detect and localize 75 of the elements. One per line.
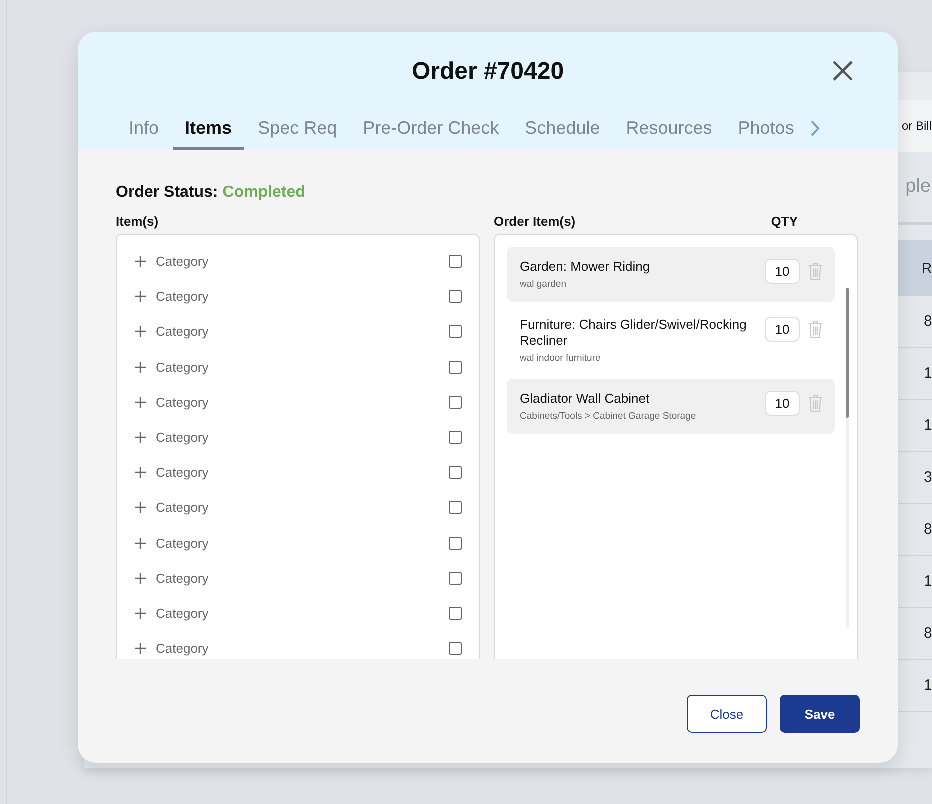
save-button[interactable]: Save bbox=[780, 695, 860, 733]
checkbox[interactable] bbox=[449, 431, 462, 444]
category-label[interactable]: Category bbox=[156, 289, 449, 304]
plus-icon[interactable] bbox=[135, 326, 146, 338]
category-label[interactable]: Category bbox=[156, 430, 449, 446]
order-status: Order Status: Completed bbox=[116, 184, 306, 202]
checkbox[interactable] bbox=[449, 572, 462, 585]
plus-icon[interactable] bbox=[135, 502, 146, 514]
plus-icon[interactable] bbox=[135, 291, 146, 302]
checkbox[interactable] bbox=[449, 290, 462, 304]
item-name: Furniture: Chairs Glider/Swivel/Rocking Recliner bbox=[520, 317, 748, 349]
plus-icon[interactable] bbox=[135, 432, 146, 444]
item-name: Garden: Mower Riding bbox=[520, 259, 652, 275]
checkbox[interactable] bbox=[449, 255, 462, 268]
qty-field[interactable]: 10 bbox=[765, 259, 800, 284]
tab[interactable]: Resources bbox=[614, 118, 724, 150]
header-text: or Bill bbox=[902, 119, 932, 133]
checkbox[interactable] bbox=[449, 606, 462, 620]
dialog-title: Order #70420 bbox=[412, 58, 564, 86]
category-label[interactable]: Category bbox=[156, 500, 449, 516]
column-header: R bbox=[922, 260, 930, 276]
close-icon[interactable] bbox=[832, 60, 854, 82]
tab[interactable]: Pre-Order Check bbox=[351, 118, 512, 150]
category-label[interactable]: Category bbox=[156, 606, 449, 621]
plus-icon[interactable] bbox=[135, 643, 146, 654]
checkbox[interactable] bbox=[449, 325, 462, 338]
checkbox[interactable] bbox=[449, 536, 462, 550]
tab[interactable]: Items bbox=[173, 118, 244, 150]
category-label[interactable]: Category bbox=[156, 254, 449, 270]
table-cell: 1 bbox=[924, 573, 932, 590]
order-item[interactable]: Garden: Mower Riding wal garden 10 bbox=[507, 247, 835, 302]
table-cell: 8 bbox=[924, 625, 932, 642]
category-label[interactable]: Category bbox=[156, 394, 449, 410]
tab[interactable]: Spec Req bbox=[246, 118, 350, 150]
column-label: QTY bbox=[771, 214, 798, 231]
order-item[interactable]: Furniture: Chairs Glider/Swivel/Rocking Recliner wal indoor furniture 10 bbox=[507, 305, 835, 376]
table-cell: 8 bbox=[924, 313, 932, 330]
close-button[interactable]: Close bbox=[687, 695, 767, 733]
table-cell: 1 bbox=[924, 365, 932, 382]
tab[interactable]: Info bbox=[117, 118, 172, 150]
category-label[interactable]: Category bbox=[156, 536, 449, 551]
scrollbar[interactable] bbox=[846, 288, 849, 628]
category-label[interactable]: Category bbox=[156, 324, 449, 340]
checkbox[interactable] bbox=[449, 360, 462, 374]
table-cell: 1 bbox=[924, 417, 932, 434]
tab[interactable]: Photos bbox=[726, 118, 806, 150]
item-category: wal garden bbox=[520, 279, 568, 290]
column-label: Order Item(s) bbox=[494, 214, 576, 231]
item-name: Gladiator Wall Cabinet bbox=[520, 391, 651, 407]
checkbox[interactable] bbox=[449, 501, 462, 514]
item-category: Cabinets/Tools > Cabinet Garage Storage bbox=[520, 411, 698, 422]
table-cell: 8 bbox=[924, 521, 932, 538]
plus-icon[interactable] bbox=[135, 362, 146, 373]
category-label[interactable]: Category bbox=[156, 641, 449, 656]
column-label: Item(s) bbox=[116, 214, 159, 231]
category-label[interactable]: Category bbox=[156, 360, 449, 375]
checkbox[interactable] bbox=[449, 642, 462, 656]
category-label[interactable]: Category bbox=[156, 465, 449, 480]
plus-icon[interactable] bbox=[135, 396, 146, 408]
table-cell: 3 bbox=[924, 469, 932, 486]
item-category: wal indoor furniture bbox=[520, 353, 602, 364]
plus-icon[interactable] bbox=[135, 608, 146, 619]
tab[interactable]: Schedule bbox=[513, 118, 612, 150]
qty-field[interactable]: 10 bbox=[765, 317, 800, 342]
category-label[interactable]: Category bbox=[156, 570, 449, 586]
qty-field[interactable]: 10 bbox=[765, 391, 800, 416]
plus-icon[interactable] bbox=[135, 467, 146, 478]
checkbox[interactable] bbox=[449, 466, 462, 480]
plus-icon[interactable] bbox=[135, 256, 146, 268]
plus-icon[interactable] bbox=[135, 572, 146, 584]
plus-icon[interactable] bbox=[135, 538, 146, 549]
checkbox[interactable] bbox=[449, 396, 462, 409]
tab-label: ple bbox=[906, 176, 931, 198]
order-item[interactable]: Gladiator Wall Cabinet Cabinets/Tools > Cabinet Garage Storage 10 bbox=[507, 379, 835, 434]
table-cell: 1 bbox=[924, 677, 932, 694]
